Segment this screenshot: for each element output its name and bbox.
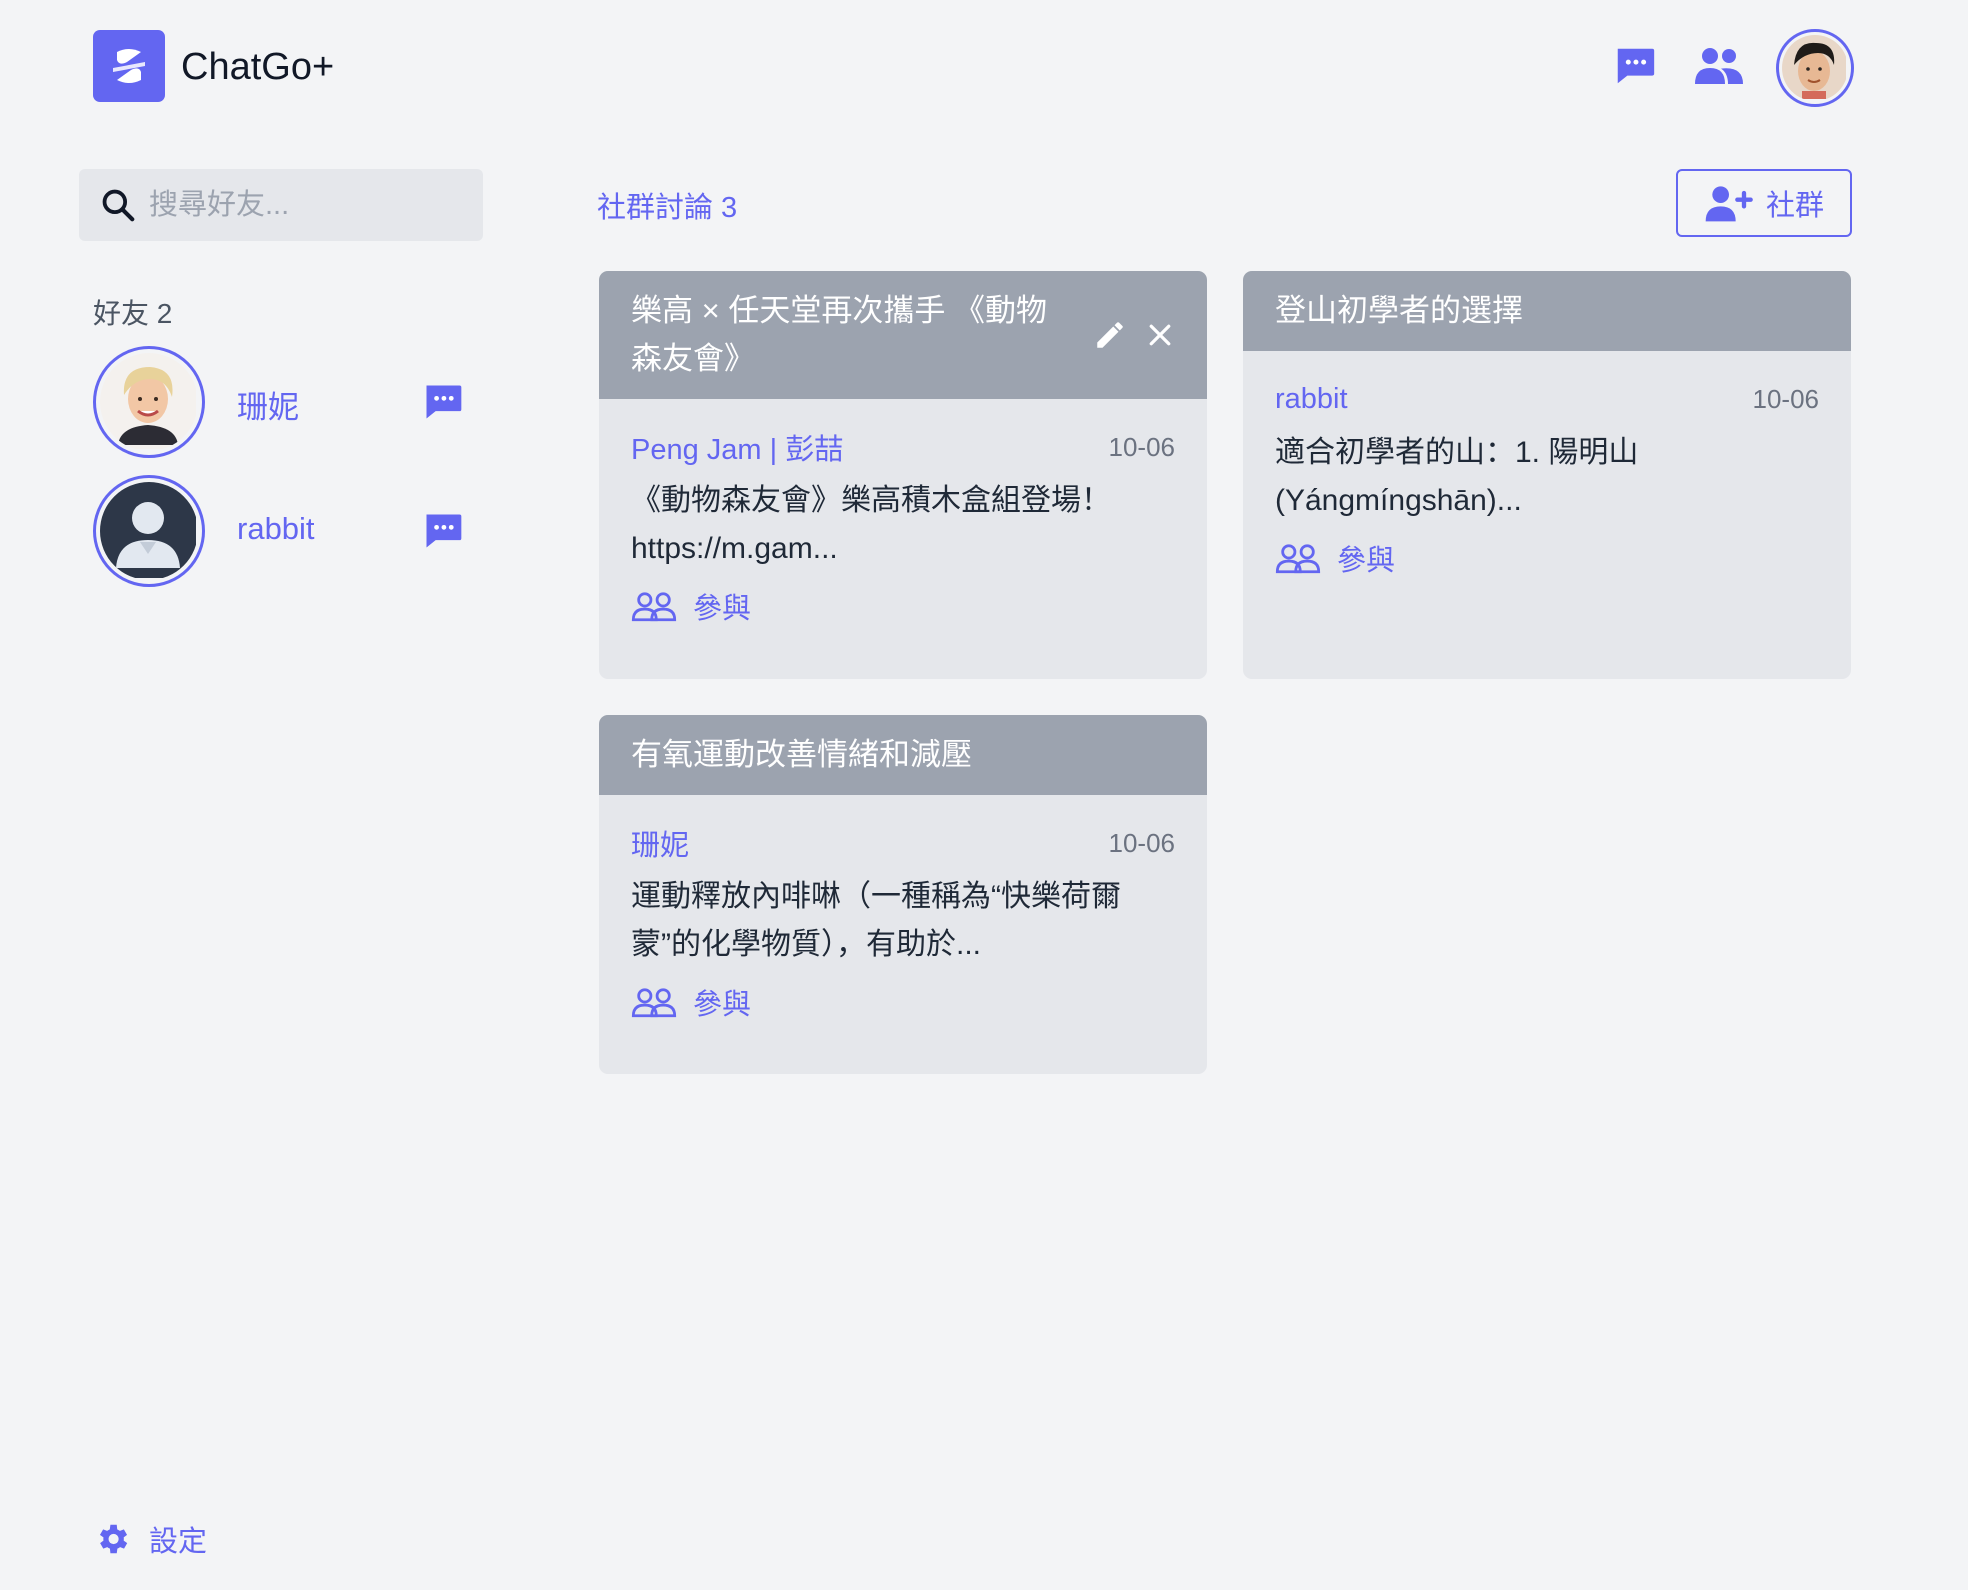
group-outline-icon [1275,544,1321,574]
friend-chat-button[interactable] [421,509,465,553]
card-title: 樂高 × 任天堂再次攜手 《動物森友會》 [631,293,1047,376]
join-button[interactable]: 參與 [631,981,1175,1023]
friend-name: 珊妮 [237,390,299,425]
search-input[interactable] [149,188,469,222]
app-title: ChatGo+ [181,46,335,88]
post-author[interactable]: rabbit [1275,383,1348,416]
card-title: 有氧運動改善情緒和減壓 [631,737,972,772]
default-user-icon [100,482,196,578]
post-date: 10-06 [1108,827,1176,858]
chat-bubble-icon [426,385,462,419]
search-icon [102,189,135,222]
people-icon [1695,48,1743,84]
post-author[interactable]: 珊妮 [631,822,689,864]
chat-bubble-icon [426,514,462,548]
card-header: 有氧運動改善情緒和減壓 [599,715,1207,795]
post-date: 10-06 [1108,431,1176,462]
card-title: 登山初學者的選擇 [1275,293,1523,328]
group-outline-icon [631,988,677,1018]
settings-label: 設定 [149,1526,208,1558]
profile-photo-icon [1782,35,1846,99]
community-card[interactable]: 樂高 × 任天堂再次攜手 《動物森友會》 Peng Jam | 彭喆 10-06… [599,271,1207,679]
group-outline-icon [631,592,677,622]
edit-button[interactable] [1093,318,1127,352]
friend-chat-button[interactable] [421,380,465,424]
friend-name: rabbit [237,511,315,546]
avatar [93,475,205,587]
community-card[interactable]: 登山初學者的選擇 rabbit 10-06 適合初學者的山：1. 陽明山 (Yá… [1243,271,1851,679]
join-label: 參與 [693,593,752,625]
card-body: 珊妮 10-06 運動釋放內啡啉（一種稱為“快樂荷爾蒙”的化學物質），有助於..… [599,795,1207,1023]
friend-item[interactable]: 珊妮 [93,346,473,458]
post-date: 10-06 [1752,383,1820,414]
user-avatar[interactable] [1776,29,1854,107]
add-community-label: 社群 [1765,190,1824,222]
community-button[interactable] [1691,42,1747,90]
join-label: 參與 [693,989,752,1021]
gear-icon [99,1524,128,1554]
card-header: 樂高 × 任天堂再次攜手 《動物森友會》 [599,271,1207,399]
logo-icon [113,49,145,83]
card-header: 登山初學者的選擇 [1243,271,1851,351]
pencil-icon [1097,322,1123,348]
close-icon [1149,324,1171,346]
app-logo[interactable] [93,30,165,102]
join-button[interactable]: 參與 [1275,537,1819,579]
add-community-button[interactable]: 社群 [1676,169,1852,237]
join-label: 參與 [1337,545,1396,577]
card-body: rabbit 10-06 適合初學者的山：1. 陽明山 (Yángmíngshā… [1243,351,1851,579]
join-button[interactable]: 參與 [631,585,1175,627]
delete-button[interactable] [1145,320,1175,350]
messages-button[interactable] [1611,42,1659,90]
post-excerpt: 適合初學者的山：1. 陽明山 (Yángmíngshān)... [1275,436,1639,517]
card-body: Peng Jam | 彭喆 10-06 《動物森友會》樂高積木盒組登場！http… [599,399,1207,627]
avatar [93,346,205,458]
community-card[interactable]: 有氧運動改善情緒和減壓 珊妮 10-06 運動釋放內啡啉（一種稱為“快樂荷爾蒙”… [599,715,1207,1074]
top-bar: ChatGo+ [93,29,1854,107]
friends-count-heading: 好友 2 [93,298,173,329]
friend-photo-icon [100,353,196,449]
chat-bubble-icon [1617,48,1655,84]
friend-item[interactable]: rabbit [93,475,473,587]
post-excerpt: 《動物森友會》樂高積木盒組登場！https://m.gam... [631,484,1111,565]
post-excerpt: 運動釋放內啡啉（一種稱為“快樂荷爾蒙”的化學物質），有助於... [631,880,1121,961]
settings-link[interactable]: 設定 [93,1518,207,1560]
friend-search [79,169,483,241]
community-count-heading: 社群討論 3 [597,192,738,224]
post-author[interactable]: Peng Jam | 彭喆 [631,426,843,468]
add-user-icon [1705,186,1753,222]
